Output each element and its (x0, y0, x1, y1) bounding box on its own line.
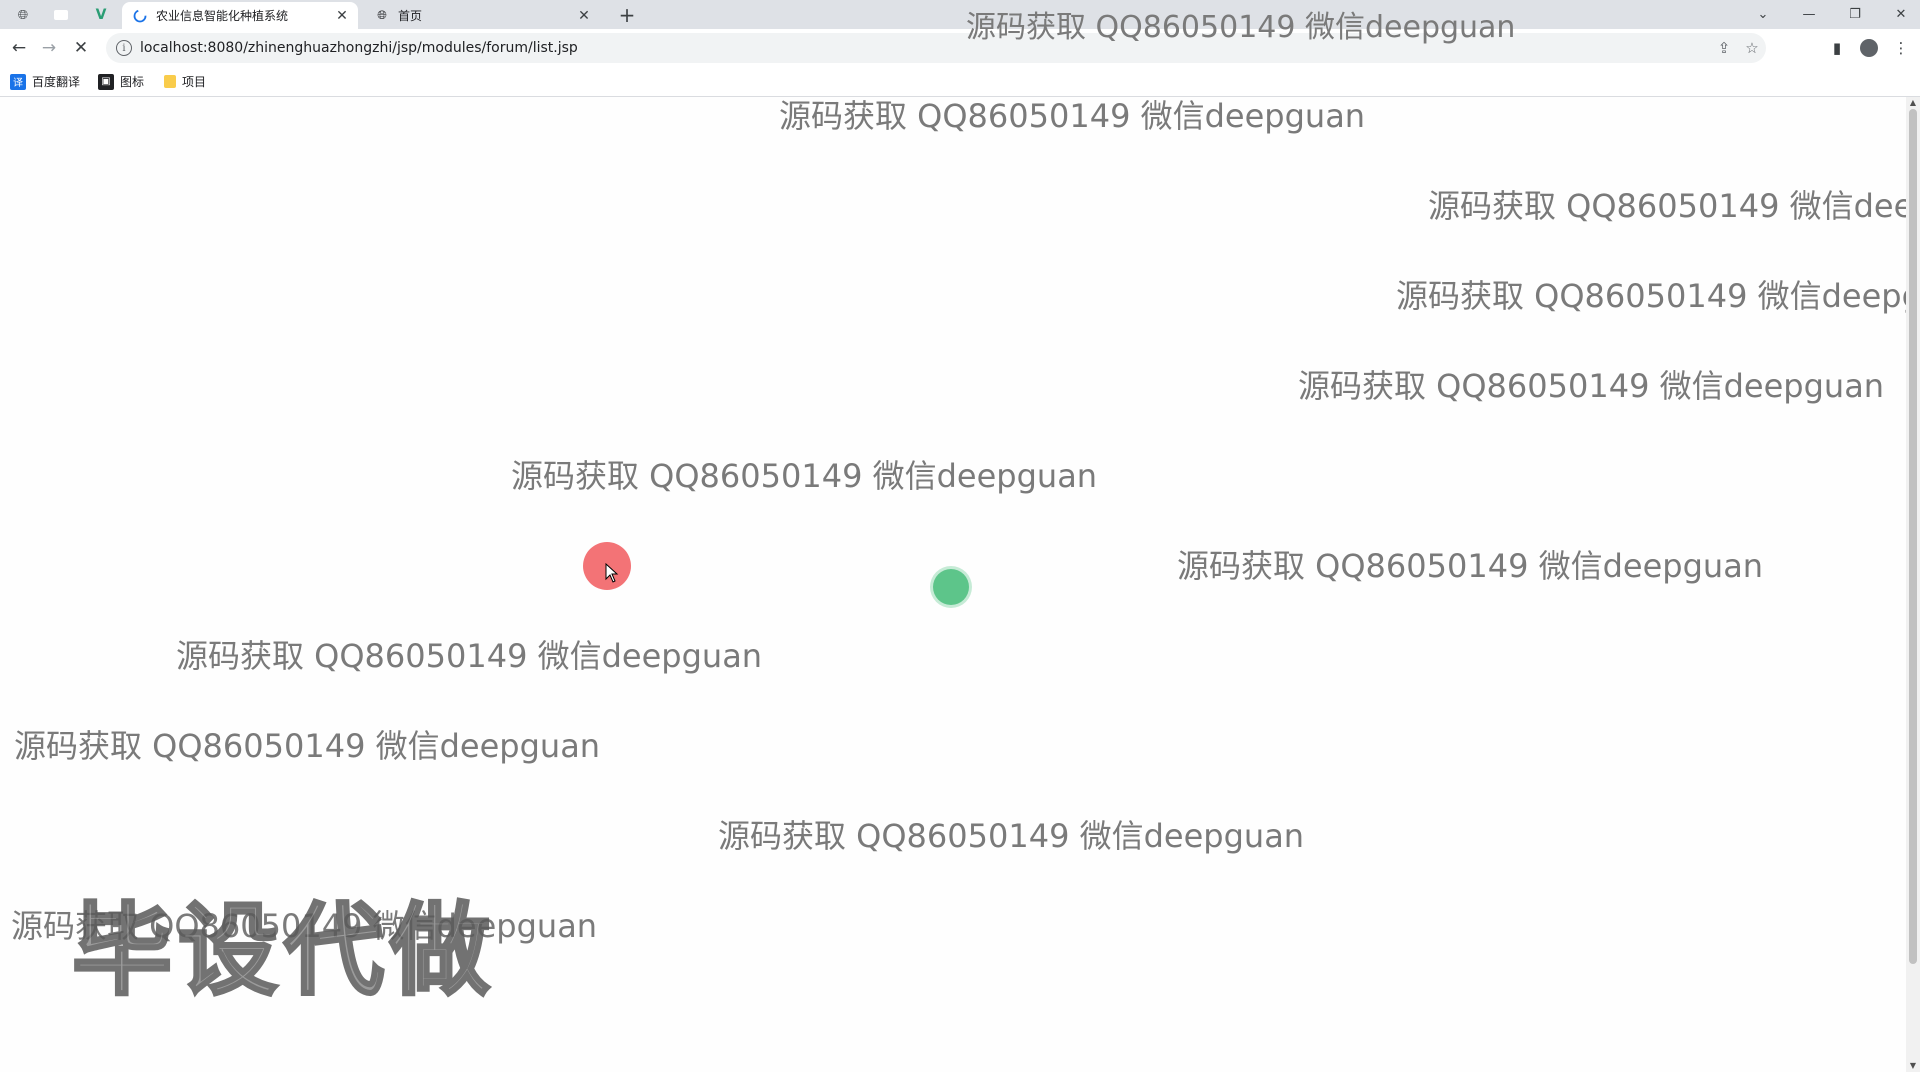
stop-icon: ✕ (73, 38, 89, 58)
tab-strip: 🌐︎ V 农业信息智能化种植系统 ✕ 🌐︎ 首页 ✕ + ⌄ — ❐ ✕ (0, 0, 1920, 29)
bookmarks-bar: 译 百度翻译 ▣ 图标 项目 (0, 67, 1920, 97)
chevron-down-icon: ⌄ (1757, 7, 1769, 22)
watermark-text: 源码获取 QQ86050149 微信deepguan (1177, 547, 1764, 585)
stamp-watermark: 毕设代做 (71, 891, 496, 1011)
scroll-down-icon[interactable]: ▼ (1906, 1060, 1920, 1072)
minimize-icon: — (1802, 7, 1816, 22)
vue-logo-icon: V (95, 7, 107, 23)
page-content: 源码获取 QQ86050149 微信deepguan 源码获取 QQ860501… (0, 97, 1906, 1072)
tab-title: 农业信息智能化种植系统 (156, 9, 289, 23)
watermark-text: 源码获取 QQ86050149 微信deepguan (511, 457, 1098, 495)
tab-search-button[interactable]: ⌄ (1740, 0, 1786, 29)
side-panel-button[interactable]: ▮ (1822, 33, 1852, 63)
watermark-text: 源码获取 QQ86050149 微信deepguan (1428, 187, 1906, 225)
tab-home[interactable]: 🌐︎ 首页 ✕ (364, 2, 600, 29)
translate-icon: 译 (10, 73, 26, 90)
arrow-left-icon: ← (11, 38, 27, 58)
close-window-button[interactable]: ✕ (1878, 0, 1920, 29)
close-icon[interactable]: ✕ (576, 8, 592, 24)
globe-icon: 🌐︎ (17, 7, 29, 23)
profile-button[interactable] (1854, 33, 1884, 63)
new-tab-button[interactable]: + (614, 2, 640, 28)
secondary-indicator (933, 569, 969, 605)
back-button[interactable]: ← (4, 33, 34, 63)
watermark-text: 源码获取 QQ86050149 微信deepguan (1396, 277, 1906, 315)
bookmark-item[interactable]: ▣ 图标 (98, 73, 144, 90)
scroll-up-icon[interactable]: ▲ (1906, 97, 1920, 109)
blank-page-icon (54, 10, 68, 20)
tab-active[interactable]: 农业信息智能化种植系统 ✕ (122, 2, 358, 29)
arrow-right-icon: → (41, 38, 57, 58)
share-icon[interactable]: ⇪ (1710, 39, 1738, 57)
loading-spinner-icon (132, 8, 148, 24)
close-icon[interactable]: ✕ (334, 8, 350, 24)
address-bar[interactable]: i localhost:8080/zhinenghuazhongzhi/jsp/… (106, 33, 1766, 63)
tab-title: 首页 (398, 9, 423, 23)
watermark-text: 源码获取 QQ86050149 微信deepguan (966, 10, 1516, 45)
watermark-text: 源码获取 QQ86050149 微信deepguan (718, 817, 1305, 855)
bookmark-label: 项目 (182, 75, 207, 89)
pinned-tab-blank[interactable] (46, 4, 76, 26)
stop-button[interactable]: ✕ (66, 33, 96, 63)
avatar-icon (1860, 39, 1878, 57)
globe-icon: 🌐︎ (377, 8, 387, 22)
bookmark-label: 百度翻译 (32, 75, 81, 89)
watermark-text: 源码获取 QQ86050149 微信deepguan (176, 637, 763, 675)
forward-button[interactable]: → (34, 33, 64, 63)
menu-button[interactable]: ⋮ (1886, 33, 1916, 63)
folder-icon (164, 75, 176, 88)
minimize-button[interactable]: — (1786, 0, 1832, 29)
bookmark-label: 图标 (120, 75, 145, 89)
pinned-tab-globe[interactable]: 🌐︎ (8, 4, 38, 26)
scrollbar-thumb[interactable] (1909, 109, 1917, 964)
bookmark-item[interactable]: 项目 (164, 73, 206, 90)
star-icon[interactable]: ☆ (1738, 39, 1766, 57)
page-scrollbar[interactable]: ▲ ▼ (1906, 97, 1920, 1072)
watermark-text: 源码获取 QQ86050149 微信deepguan (14, 727, 601, 765)
cursor-icon (605, 563, 619, 583)
bookmark-item[interactable]: 译 百度翻译 (10, 73, 80, 90)
more-vert-icon: ⋮ (1893, 39, 1909, 57)
watermark-text: 源码获取 QQ86050149 微信deepguan (1298, 367, 1885, 405)
watermark-text: 源码获取 QQ86050149 微信deepguan (779, 97, 1366, 135)
close-icon: ✕ (1895, 7, 1907, 22)
side-panel-icon: ▮ (1832, 39, 1842, 57)
restore-button[interactable]: ❐ (1832, 0, 1878, 29)
info-icon[interactable]: i (116, 40, 132, 56)
image-icon: ▣ (98, 73, 114, 90)
browser-toolbar: ← → ✕ i localhost:8080/zhinenghuazhongzh… (0, 29, 1920, 67)
pinned-tab-vue[interactable]: V (86, 4, 116, 26)
restore-icon: ❐ (1849, 7, 1861, 22)
